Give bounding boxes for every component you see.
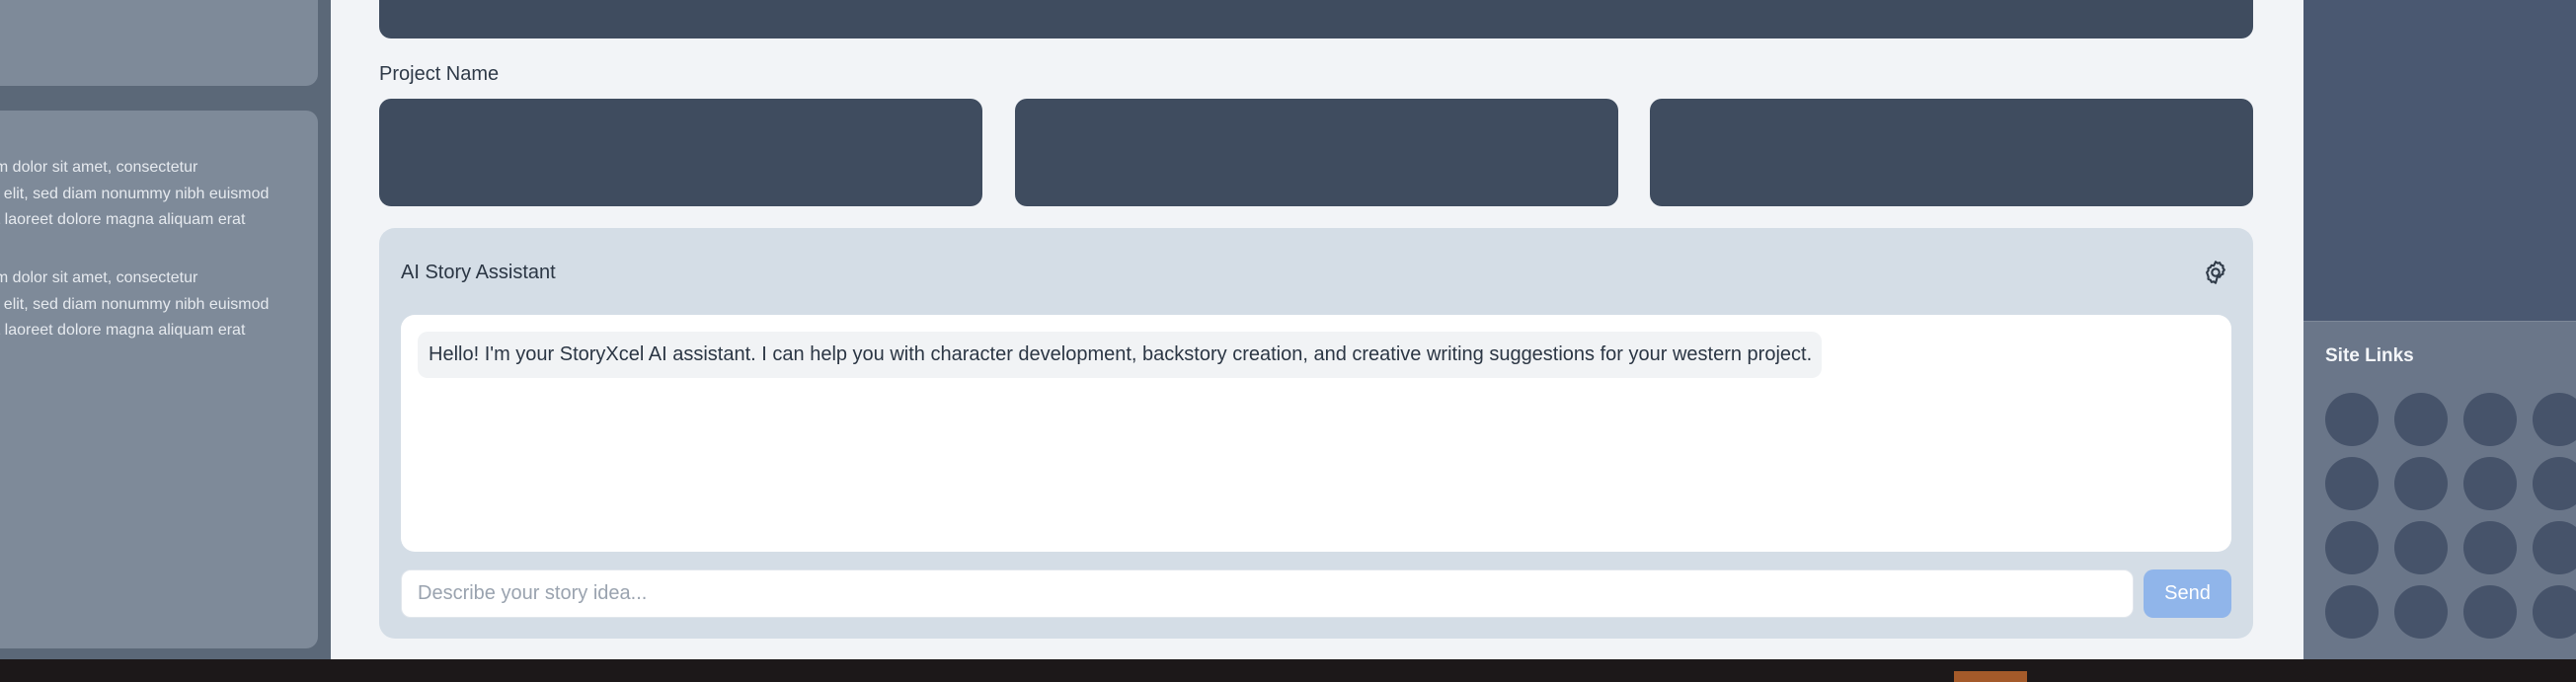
site-link-icon[interactable] xyxy=(2394,585,2448,639)
main-content: Project Name AI Story Assistant Hello! I… xyxy=(331,0,2303,659)
site-link-icon[interactable] xyxy=(2394,457,2448,510)
site-link-icon[interactable] xyxy=(2463,521,2517,574)
left-sidebar: vs sum dolor sit amet, consectetur ing e… xyxy=(0,0,331,682)
bottom-strip xyxy=(0,659,2576,682)
site-links-panel: Site Links xyxy=(2303,322,2576,659)
site-link-icon[interactable] xyxy=(2394,521,2448,574)
project-card[interactable] xyxy=(1015,99,1618,206)
site-link-icon[interactable] xyxy=(2533,457,2576,510)
project-name-label: Project Name xyxy=(379,63,500,85)
site-link-icon[interactable] xyxy=(2394,393,2448,446)
top-banner xyxy=(379,0,2253,38)
story-idea-input[interactable] xyxy=(401,569,2134,618)
project-card[interactable] xyxy=(379,99,982,206)
news-card: vs sum dolor sit amet, consectetur ing e… xyxy=(0,111,318,648)
site-link-icon[interactable] xyxy=(2463,457,2517,510)
site-link-icon[interactable] xyxy=(2533,585,2576,639)
site-link-icon[interactable] xyxy=(2533,521,2576,574)
site-link-icon[interactable] xyxy=(2533,393,2576,446)
assistant-title: AI Story Assistant xyxy=(401,262,556,283)
send-button[interactable]: Send xyxy=(2144,569,2231,618)
chat-messages: Hello! I'm your StoryXcel AI assistant. … xyxy=(401,315,2231,552)
news-paragraph: sum dolor sit amet, consectetur ing elit… xyxy=(0,269,270,339)
sidebar-top-card xyxy=(0,0,318,86)
bottom-accent xyxy=(1954,671,2027,682)
gear-icon[interactable] xyxy=(2202,259,2229,286)
site-link-icon[interactable] xyxy=(2325,585,2379,639)
site-link-icon[interactable] xyxy=(2325,393,2379,446)
site-link-icon[interactable] xyxy=(2325,521,2379,574)
project-card[interactable] xyxy=(1650,99,2253,206)
right-sidebar: Site Links xyxy=(2303,0,2576,682)
site-link-icon[interactable] xyxy=(2463,393,2517,446)
news-paragraph: sum dolor sit amet, consectetur ing elit… xyxy=(0,159,270,228)
site-link-icon[interactable] xyxy=(2325,457,2379,510)
assistant-message: Hello! I'm your StoryXcel AI assistant. … xyxy=(418,332,1823,378)
site-links-title: Site Links xyxy=(2325,345,2414,366)
ai-story-assistant-panel: AI Story Assistant Hello! I'm your Story… xyxy=(379,228,2253,639)
site-link-icon[interactable] xyxy=(2463,585,2517,639)
